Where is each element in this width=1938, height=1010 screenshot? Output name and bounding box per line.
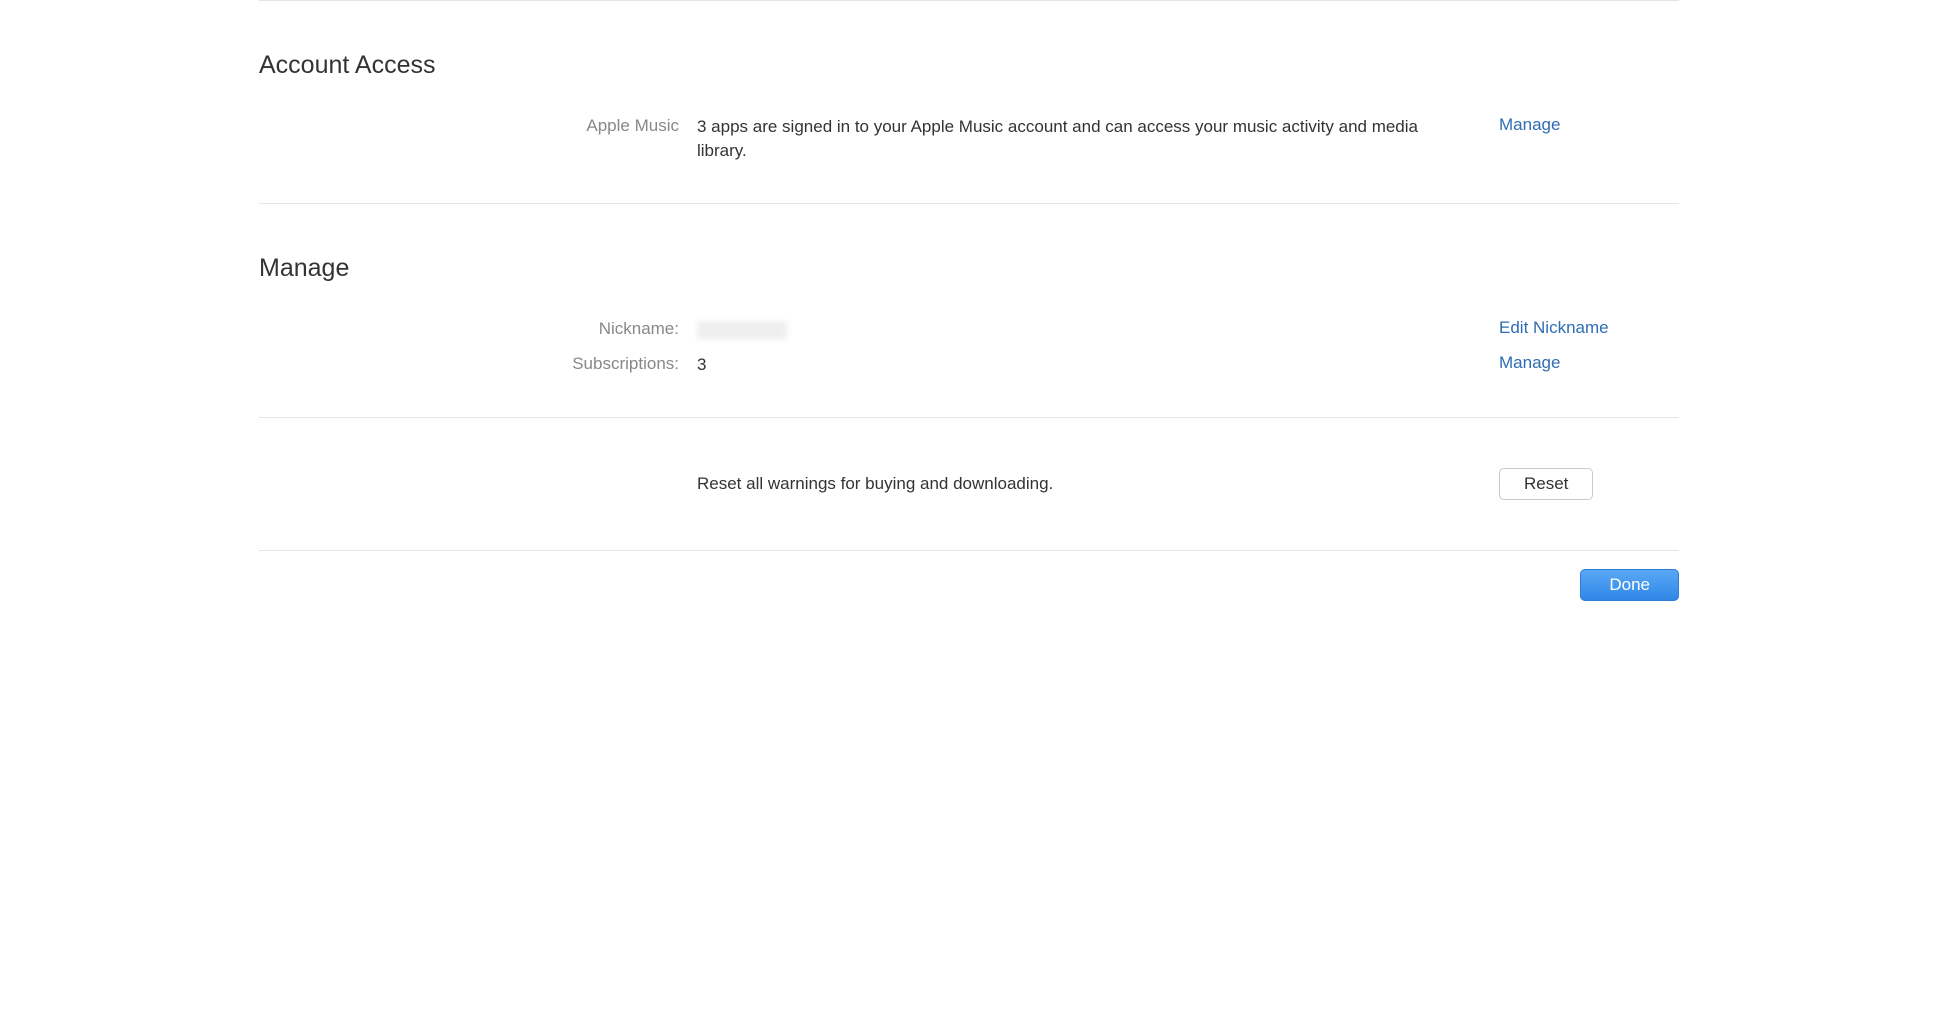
reset-button[interactable]: Reset <box>1499 468 1593 500</box>
account-access-title: Account Access <box>259 51 1679 80</box>
apple-music-label: Apple Music <box>259 115 679 136</box>
done-button[interactable]: Done <box>1580 569 1679 601</box>
footer: Done <box>259 551 1679 619</box>
apple-music-row: Apple Music 3 apps are signed in to your… <box>259 115 1679 163</box>
manage-title: Manage <box>259 254 1679 283</box>
apple-music-manage-link[interactable]: Manage <box>1499 115 1560 134</box>
subscriptions-value: 3 <box>697 353 1481 377</box>
subscriptions-row: Subscriptions: 3 Manage <box>259 353 1679 377</box>
nickname-redacted <box>697 321 787 339</box>
edit-nickname-link[interactable]: Edit Nickname <box>1499 318 1609 337</box>
reset-warnings-description: Reset all warnings for buying and downlo… <box>697 474 1481 494</box>
nickname-value <box>697 318 1481 342</box>
nickname-row: Nickname: Edit Nickname <box>259 318 1679 342</box>
account-access-section: Account Access Apple Music 3 apps are si… <box>259 0 1679 204</box>
reset-warnings-section: Reset all warnings for buying and downlo… <box>259 418 1679 551</box>
nickname-label: Nickname: <box>259 318 679 339</box>
apple-music-description: 3 apps are signed in to your Apple Music… <box>697 115 1481 163</box>
subscriptions-label: Subscriptions: <box>259 353 679 374</box>
subscriptions-manage-link[interactable]: Manage <box>1499 353 1560 372</box>
manage-section: Manage Nickname: Edit Nickname Subscript… <box>259 204 1679 419</box>
